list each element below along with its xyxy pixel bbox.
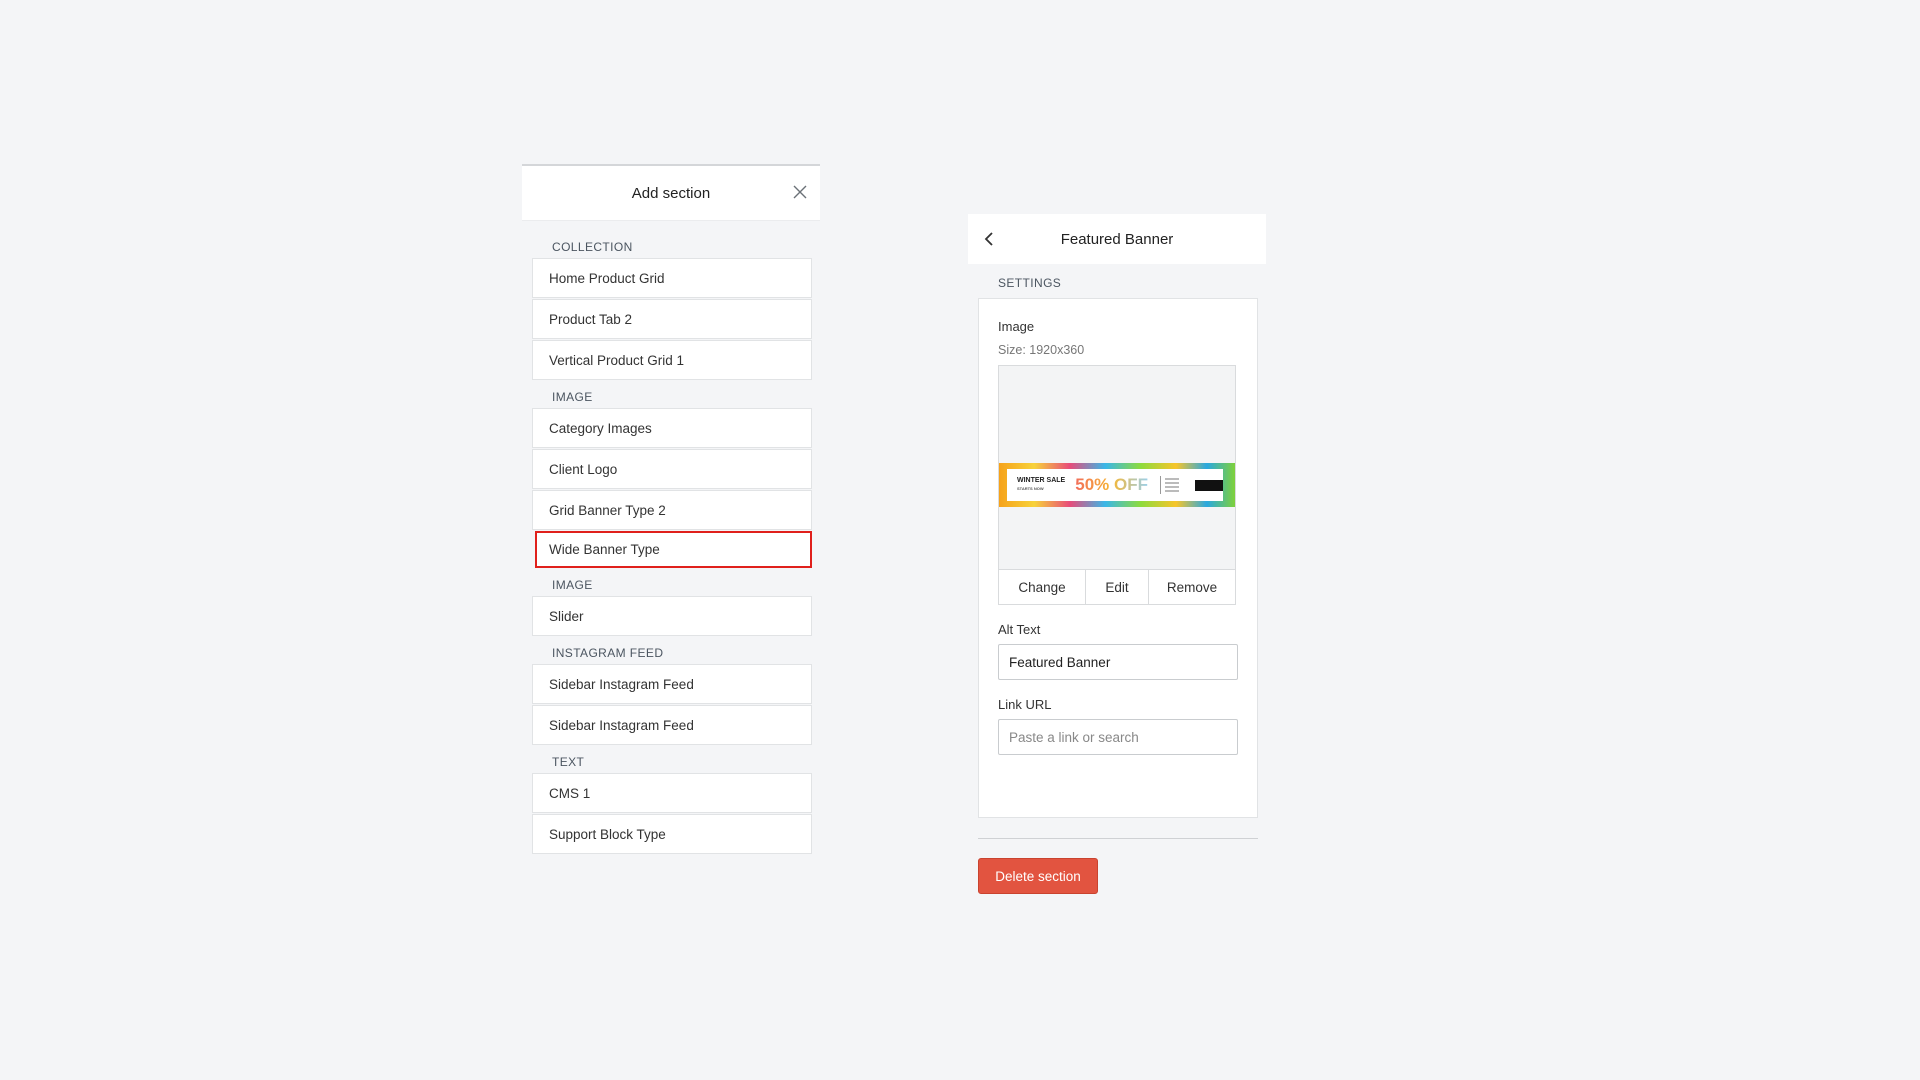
banner-subline: STARTS NOW [1017, 486, 1044, 491]
banner-cta-shape [1195, 479, 1223, 491]
section-item-label: Grid Banner Type 2 [549, 502, 666, 518]
group-label-image-slider: IMAGE [552, 578, 593, 592]
link-url-group: Link URL [998, 697, 1238, 755]
section-item-label: Sidebar Instagram Feed [549, 676, 694, 692]
alt-text-label: Alt Text [998, 622, 1041, 637]
section-item-label: Vertical Product Grid 1 [549, 352, 685, 368]
change-image-button[interactable]: Change [999, 570, 1086, 604]
section-item-support-block-type[interactable]: Support Block Type [532, 814, 812, 854]
banner-thumbnail-inner: WINTER SALE STARTS NOW 50% OFF [1007, 469, 1223, 501]
section-list: COLLECTION Home Product Grid Product Tab… [522, 221, 820, 854]
section-item-label: Slider [549, 608, 584, 624]
chevron-left-icon[interactable] [980, 230, 998, 248]
remove-image-button[interactable]: Remove [1149, 570, 1235, 604]
banner-headline: WINTER SALE STARTS NOW [1017, 477, 1065, 493]
image-size-note: Size: 1920x360 [998, 343, 1085, 357]
group-label-text: TEXT [552, 755, 585, 769]
section-item-label: Support Block Type [549, 826, 666, 842]
section-item-label: Home Product Grid [549, 270, 665, 286]
link-url-label: Link URL [998, 697, 1052, 712]
section-item-cms-1[interactable]: CMS 1 [532, 773, 812, 813]
settings-label: SETTINGS [998, 276, 1062, 290]
group-label-image: IMAGE [552, 390, 593, 404]
image-actions: Change Edit Remove [998, 569, 1236, 605]
section-item-label: Wide Banner Type [549, 542, 660, 557]
section-item-home-product-grid[interactable]: Home Product Grid [532, 258, 812, 298]
banner-headline-text: WINTER SALE [1017, 477, 1066, 484]
section-item-slider[interactable]: Slider [532, 596, 812, 636]
image-label: Image [998, 319, 1035, 334]
add-section-header: Add section [522, 166, 820, 221]
section-item-label: CMS 1 [549, 785, 591, 801]
alt-text-input[interactable] [998, 644, 1238, 680]
add-section-panel: Add section COLLECTION Home Product Grid… [522, 164, 820, 930]
divider [978, 838, 1258, 839]
section-item-product-tab-2[interactable]: Product Tab 2 [532, 299, 812, 339]
section-item-label: Sidebar Instagram Feed [549, 717, 694, 733]
add-section-title: Add section [631, 184, 711, 202]
banner-offer: 50% OFF [1075, 475, 1148, 494]
section-item-client-logo[interactable]: Client Logo [532, 449, 812, 489]
delete-section-button[interactable]: Delete section [978, 858, 1098, 894]
section-item-vertical-product-grid-1[interactable]: Vertical Product Grid 1 [532, 340, 812, 380]
edit-image-button[interactable]: Edit [1086, 570, 1149, 604]
section-item-label: Product Tab 2 [549, 311, 633, 327]
featured-banner-header: Featured Banner [968, 214, 1266, 264]
section-item-grid-banner-type-2[interactable]: Grid Banner Type 2 [532, 490, 812, 530]
section-item-sidebar-instagram-feed[interactable]: Sidebar Instagram Feed [532, 664, 812, 704]
group-label-instagram-feed: INSTAGRAM FEED [552, 646, 664, 660]
close-icon[interactable] [790, 182, 810, 202]
featured-banner-title: Featured Banner [1060, 230, 1174, 248]
section-item-category-images[interactable]: Category Images [532, 408, 812, 448]
featured-banner-panel: Featured Banner SETTINGS Image Size: 192… [968, 214, 1266, 908]
section-item-label: Category Images [549, 420, 652, 436]
image-preview: WINTER SALE STARTS NOW 50% OFF Change Edi… [998, 365, 1236, 605]
link-url-input[interactable] [998, 719, 1238, 755]
section-item-sidebar-instagram-feed-2[interactable]: Sidebar Instagram Feed [532, 705, 812, 745]
banner-thumbnail: WINTER SALE STARTS NOW 50% OFF [999, 463, 1235, 507]
section-item-wide-banner-type[interactable]: Wide Banner Type [535, 531, 812, 568]
alt-text-group: Alt Text [998, 622, 1238, 680]
banner-detail-lines [1159, 476, 1179, 494]
group-label-collection: COLLECTION [552, 240, 633, 254]
settings-box: Image Size: 1920x360 WINTER SALE STARTS N… [978, 298, 1258, 818]
section-item-label: Client Logo [549, 461, 618, 477]
